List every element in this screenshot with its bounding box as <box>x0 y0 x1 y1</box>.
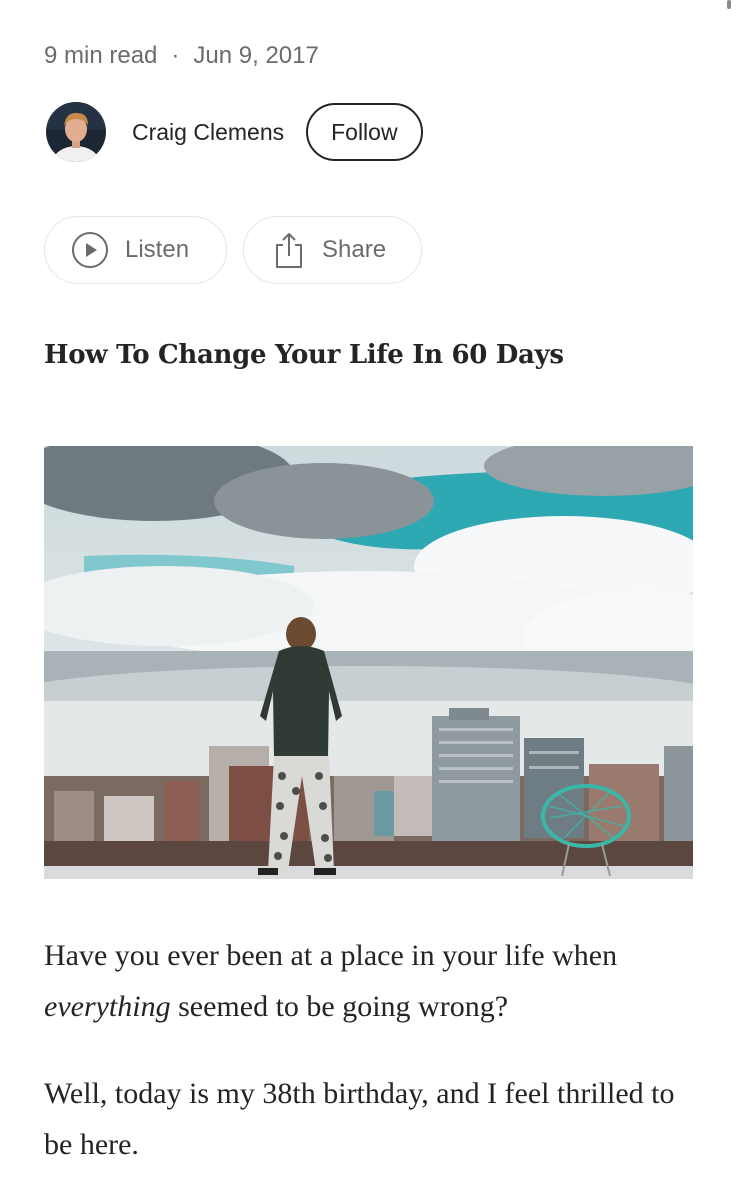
meta-separator: · <box>171 42 180 69</box>
hero-image <box>44 446 693 879</box>
article-actions: Listen Share <box>44 216 422 284</box>
scroll-indicator[interactable] <box>727 0 731 9</box>
article-meta: 9 min read · Jun 9, 2017 <box>44 42 319 70</box>
publish-date: Jun 9, 2017 <box>193 42 319 69</box>
article-title: How To Change Your Life In 60 Days <box>44 340 564 370</box>
listen-label: Listen <box>125 236 190 263</box>
share-label: Share <box>322 236 387 263</box>
listen-button[interactable]: Listen <box>44 216 227 284</box>
author-row: Craig Clemens Follow <box>46 101 423 163</box>
read-time: 9 min read <box>44 42 158 69</box>
article-paragraph: Well, today is my 38th birthday, and I f… <box>44 1077 675 1161</box>
emphasized-text: everything <box>44 990 171 1023</box>
avatar[interactable] <box>46 102 106 162</box>
share-upload-icon <box>272 231 306 269</box>
author-name[interactable]: Craig Clemens <box>132 119 284 146</box>
follow-button[interactable]: Follow <box>306 103 423 161</box>
paragraph-text: seemed to be going wrong? <box>170 990 509 1023</box>
share-button[interactable]: Share <box>243 216 422 284</box>
article-paragraph: Have you ever been at a place in your li… <box>44 930 704 1032</box>
play-circle-icon <box>71 231 109 269</box>
paragraph-text: Have you ever been at a place in your li… <box>44 939 618 972</box>
